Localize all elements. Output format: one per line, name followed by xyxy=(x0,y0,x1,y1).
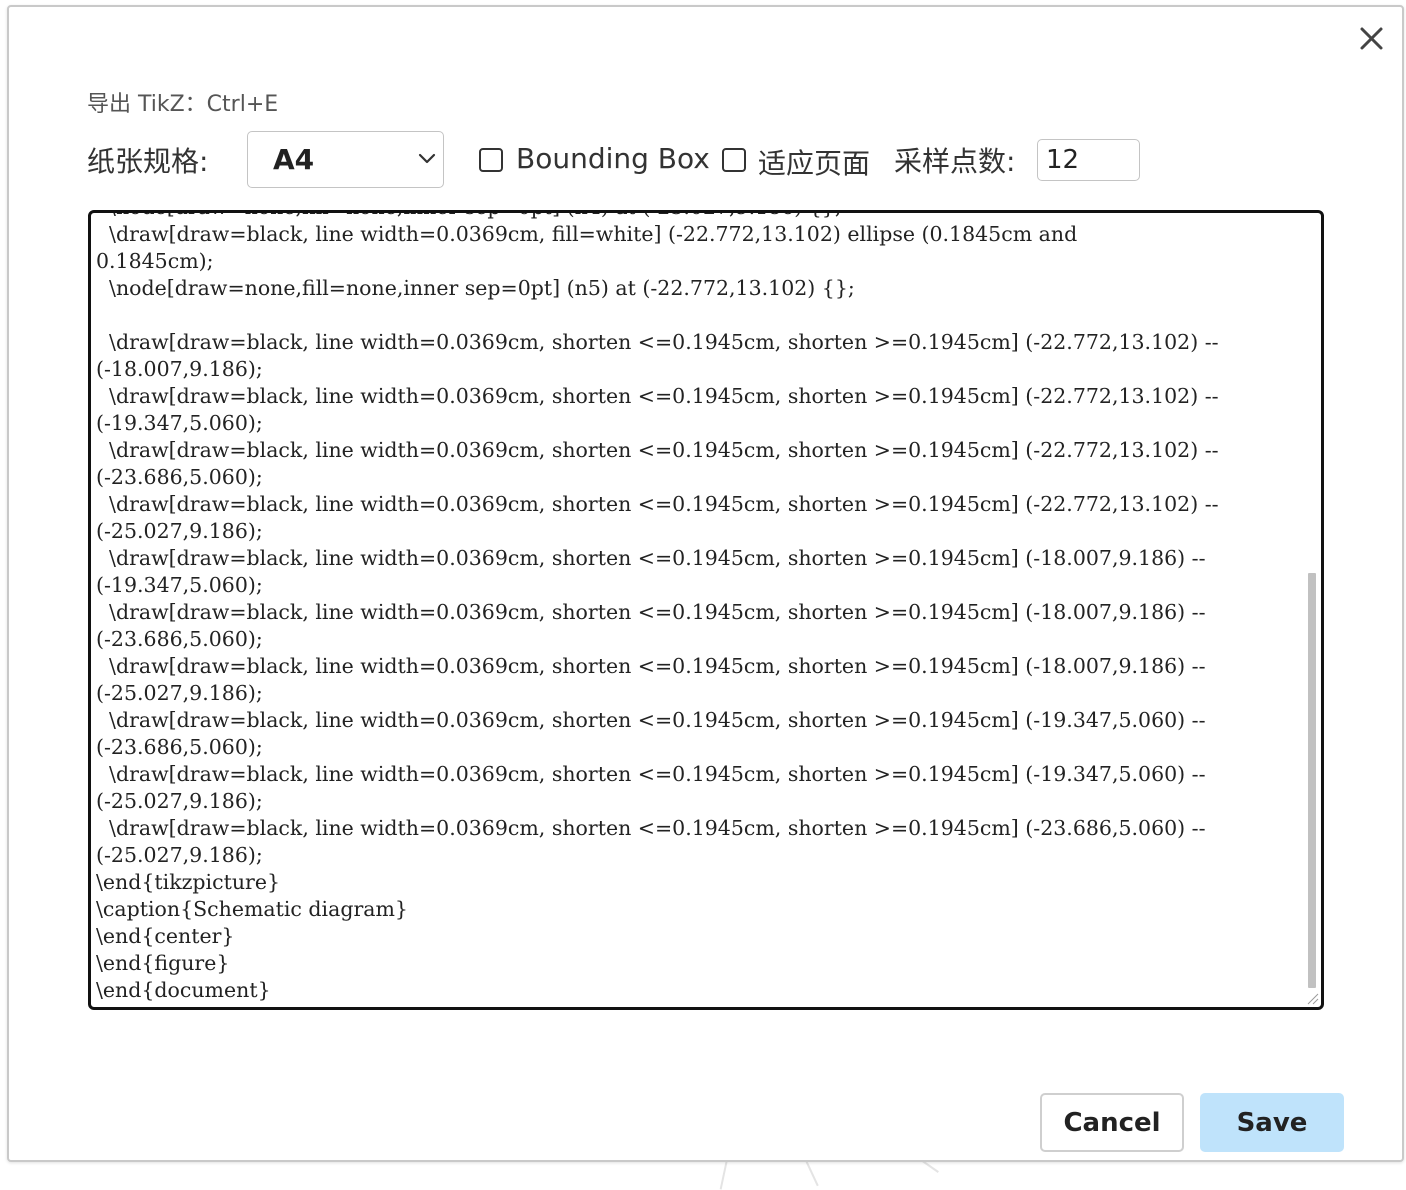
paper-size-select[interactable]: A4 xyxy=(247,131,444,188)
fit-page-checkbox[interactable] xyxy=(722,148,746,172)
sample-points-input[interactable] xyxy=(1037,139,1140,181)
tikz-code-content[interactable]: \node[draw=none,fill=none,inner sep=0pt]… xyxy=(96,213,1301,1004)
bounding-box-checkbox[interactable] xyxy=(479,148,503,172)
fit-page-label[interactable]: 适应页面 xyxy=(758,142,870,182)
close-icon xyxy=(1360,27,1383,50)
cancel-button[interactable]: Cancel xyxy=(1040,1093,1184,1152)
shortcut-hint: 导出 TikZ：Ctrl+E xyxy=(87,92,279,117)
chevron-down-icon xyxy=(418,153,436,164)
scrollbar-thumb[interactable] xyxy=(1308,573,1316,988)
save-button[interactable]: Save xyxy=(1200,1093,1344,1152)
close-button[interactable] xyxy=(1350,17,1390,57)
resize-grip-icon[interactable] xyxy=(1304,990,1320,1006)
paper-size-label: 纸张规格: xyxy=(87,145,209,178)
sample-points-label: 采样点数: xyxy=(894,145,1016,178)
paper-size-value: A4 xyxy=(273,143,315,176)
bounding-box-label[interactable]: Bounding Box xyxy=(516,142,710,175)
tikz-code-textarea[interactable]: \node[draw=none,fill=none,inner sep=0pt]… xyxy=(88,210,1324,1010)
